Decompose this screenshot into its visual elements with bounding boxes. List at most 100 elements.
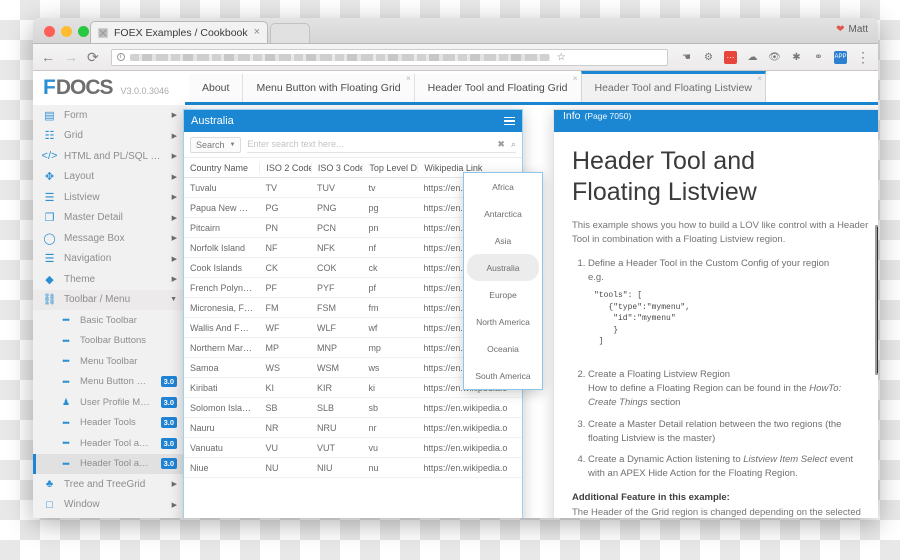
sidebar-item-listview[interactable]: ☰ Listview ▶ [33, 187, 185, 208]
sidebar-item-html-and-pl-sql-region[interactable]: </> HTML and PL/SQL Region ▶ [33, 146, 185, 167]
sidebar-item-menu-toolbar[interactable]: ••• Menu Toolbar [33, 351, 185, 372]
step4-emphasis: Listview Item Select [743, 454, 828, 466]
app-tab-3[interactable]: Header Tool and Floating Listview × [580, 71, 766, 102]
sidebar-item-header-tool-and-floati[interactable]: ••• Header Tool and Floati.. 3.0 [33, 433, 185, 454]
table-cell: ki [368, 382, 375, 393]
extension-hand-icon[interactable]: ☚ [680, 51, 693, 64]
column-header-4[interactable]: Wikipedia Link [417, 162, 522, 173]
sidebar-item-header-tools[interactable]: ••• Header Tools 3.0 [33, 413, 185, 434]
app-tab-1[interactable]: Menu Button with Floating Grid × [242, 74, 414, 102]
extension-eye-icon[interactable]: 👁 [768, 51, 781, 64]
grid-search-toolbar: Search ▼ Enter search text here... ✖ ⌕ [184, 132, 522, 158]
table-cell: NR [265, 422, 279, 433]
dots-icon: ••• [62, 315, 69, 326]
info-intro-text: This example shows you how to build a LO… [572, 220, 869, 246]
extension-feed-icon[interactable]: ⚭ [812, 51, 825, 64]
search-mode-button[interactable]: Search ▼ [190, 136, 242, 153]
new-tab-button[interactable] [270, 23, 311, 43]
sidebar-navigation[interactable]: ▤ Form ▶ ☷ Grid ▶ </> HTML and PL/SQL Region ▶ ✥ L… [33, 105, 185, 518]
column-header-2[interactable]: ISO 3 Code [310, 162, 362, 173]
extension-lamp-icon[interactable]: ⚙ [702, 51, 715, 64]
column-header-0[interactable]: Country Name [184, 163, 259, 173]
table-cell: VUT [316, 442, 335, 453]
table-row[interactable]: Niue NU NIU nu https://en.wikipedia.o [184, 458, 522, 478]
listview-item-australia[interactable]: Australia [467, 254, 539, 281]
extension-dots-icon[interactable]: ⋯ [724, 50, 737, 64]
extension-app-icon[interactable]: APP [834, 50, 847, 64]
step2-line2a: How to define a Floating Region can be f… [588, 383, 810, 395]
column-header-1[interactable]: ISO 2 Code [259, 162, 311, 173]
forward-icon[interactable]: → [64, 50, 78, 64]
table-row[interactable]: Solomon Islands SB SLB sb https://en.wikiped… [184, 398, 522, 418]
master-detail-icon: ❐ [44, 212, 55, 225]
code-block: "tools": [ {"type":"mymenu", "id":"mymen… [594, 291, 691, 347]
close-tab-icon[interactable]: × [406, 75, 411, 83]
browser-tab[interactable]: FOEX Examples / Cookbook × [90, 21, 269, 43]
site-info-icon[interactable]: i [116, 53, 125, 61]
app-version: V3.0.0.3046 [120, 86, 170, 96]
sidebar-item-menu-button-with-floa[interactable]: ••• Menu Button with Floa.. 3.0 [33, 372, 185, 393]
chevron-right-icon: ▶ [171, 153, 177, 161]
table-row[interactable]: Nauru NR NRU nr https://en.wikipedia.o [184, 418, 522, 438]
sidebar-item-navigation[interactable]: ☰ Navigation ▶ [33, 249, 185, 270]
table-cell: NIU [316, 462, 333, 473]
listview-item-south-america[interactable]: South America [464, 362, 542, 389]
table-row[interactable]: Vanuatu VU VUT vu https://en.wikipedia.o [184, 438, 522, 458]
bookmark-star-icon[interactable]: ☆ [555, 51, 568, 64]
version-badge: 3.0 [160, 458, 177, 470]
sidebar-item-toolbar-menu[interactable]: ⛓ Toolbar / Menu ▼ [33, 289, 185, 310]
app-tab-0[interactable]: About [189, 74, 243, 102]
listview-item-north-america[interactable]: North America [464, 308, 542, 335]
info-region-scrollbar[interactable] [875, 225, 878, 375]
sidebar-item-basic-toolbar[interactable]: ••• Basic Toolbar [33, 310, 185, 331]
step1-line1: Define a Header Tool in the Custom Confi… [588, 257, 830, 269]
floating-listview-region[interactable]: Africa Antarctica Asia Australia Europe North… [463, 172, 543, 390]
column-header-3[interactable]: Top Level D [362, 162, 417, 173]
search-submit-icon[interactable]: ⌕ [511, 139, 516, 150]
app-tab-label: About [202, 82, 230, 94]
listview-item-asia[interactable]: Asia [464, 227, 542, 254]
sidebar-item-theme[interactable]: ◆ Theme ▶ [33, 269, 185, 290]
listview-item-africa[interactable]: Africa [464, 173, 542, 200]
sidebar-item-grid[interactable]: ☷ Grid ▶ [33, 126, 185, 147]
browser-menu-icon[interactable]: ⋮ [856, 50, 870, 64]
sidebar-item-label: Toolbar Buttons [80, 335, 147, 347]
sidebar-item-label: Menu Button with Floa.. [80, 376, 153, 388]
maximize-window-button[interactable] [78, 26, 89, 37]
app-tab-2[interactable]: Header Tool and Floating Grid × [413, 74, 581, 102]
search-input[interactable]: Enter search text here... ✖ ⌕ [247, 137, 516, 153]
sidebar-item-window[interactable]: □ Window ▶ [33, 495, 185, 516]
sidebar-item-form[interactable]: ▤ Form ▶ [33, 105, 185, 126]
list-item: Define a Header Tool in the Custom Confi… [588, 257, 869, 348]
close-tab-icon[interactable]: × [757, 75, 762, 83]
listview-item-antarctica[interactable]: Antarctica [464, 200, 542, 227]
sidebar-item-master-detail[interactable]: ❐ Master Detail ▶ [33, 208, 185, 229]
close-window-button[interactable] [44, 26, 55, 37]
minimize-window-button[interactable] [61, 26, 72, 37]
extension-sparkle-icon[interactable]: ✱ [790, 51, 803, 64]
reload-icon[interactable]: ⟳ [87, 50, 99, 64]
sidebar-item-toolbar-buttons[interactable]: ••• Toolbar Buttons [33, 331, 185, 352]
back-icon[interactable]: ← [41, 50, 55, 64]
listview-item-oceania[interactable]: Oceania [464, 335, 542, 362]
list-item: Create a Master Detail relation between … [588, 418, 869, 447]
sidebar-item-layout[interactable]: ✥ Layout ▶ [33, 167, 185, 188]
version-badge: 3.0 [160, 376, 177, 388]
close-tab-icon[interactable]: × [573, 75, 578, 83]
extension-cloud-icon[interactable]: ☁ [746, 51, 759, 64]
sidebar-item-user-profile-menu[interactable]: ♟ User Profile Menu 3.0 [33, 392, 185, 413]
sidebar-item-message-box[interactable]: ◯ Message Box ▶ [33, 228, 185, 249]
clear-search-icon[interactable]: ✖ [497, 139, 505, 150]
listview-item-europe[interactable]: Europe [464, 281, 542, 308]
browser-user-chip[interactable]: ❤ Matt [836, 24, 868, 35]
chevron-down-icon: ▼ [170, 296, 177, 304]
hamburger-icon[interactable] [504, 116, 515, 126]
table-cell: Vanuatu [190, 442, 223, 453]
step4-text-a: Create a Dynamic Action listening to [588, 454, 744, 466]
sidebar-item-tree-and-treegrid[interactable]: ♣ Tree and TreeGrid ▶ [33, 474, 185, 495]
address-bar[interactable]: i ☆ [110, 48, 668, 66]
sidebar-item-header-tool-and-floati[interactable]: ••• Header Tool and Floati.. 3.0 [33, 453, 185, 474]
app-tab-label: Menu Button with Floating Grid [256, 82, 401, 94]
close-tab-icon[interactable]: × [254, 27, 260, 38]
table-cell: PNG [316, 202, 337, 213]
